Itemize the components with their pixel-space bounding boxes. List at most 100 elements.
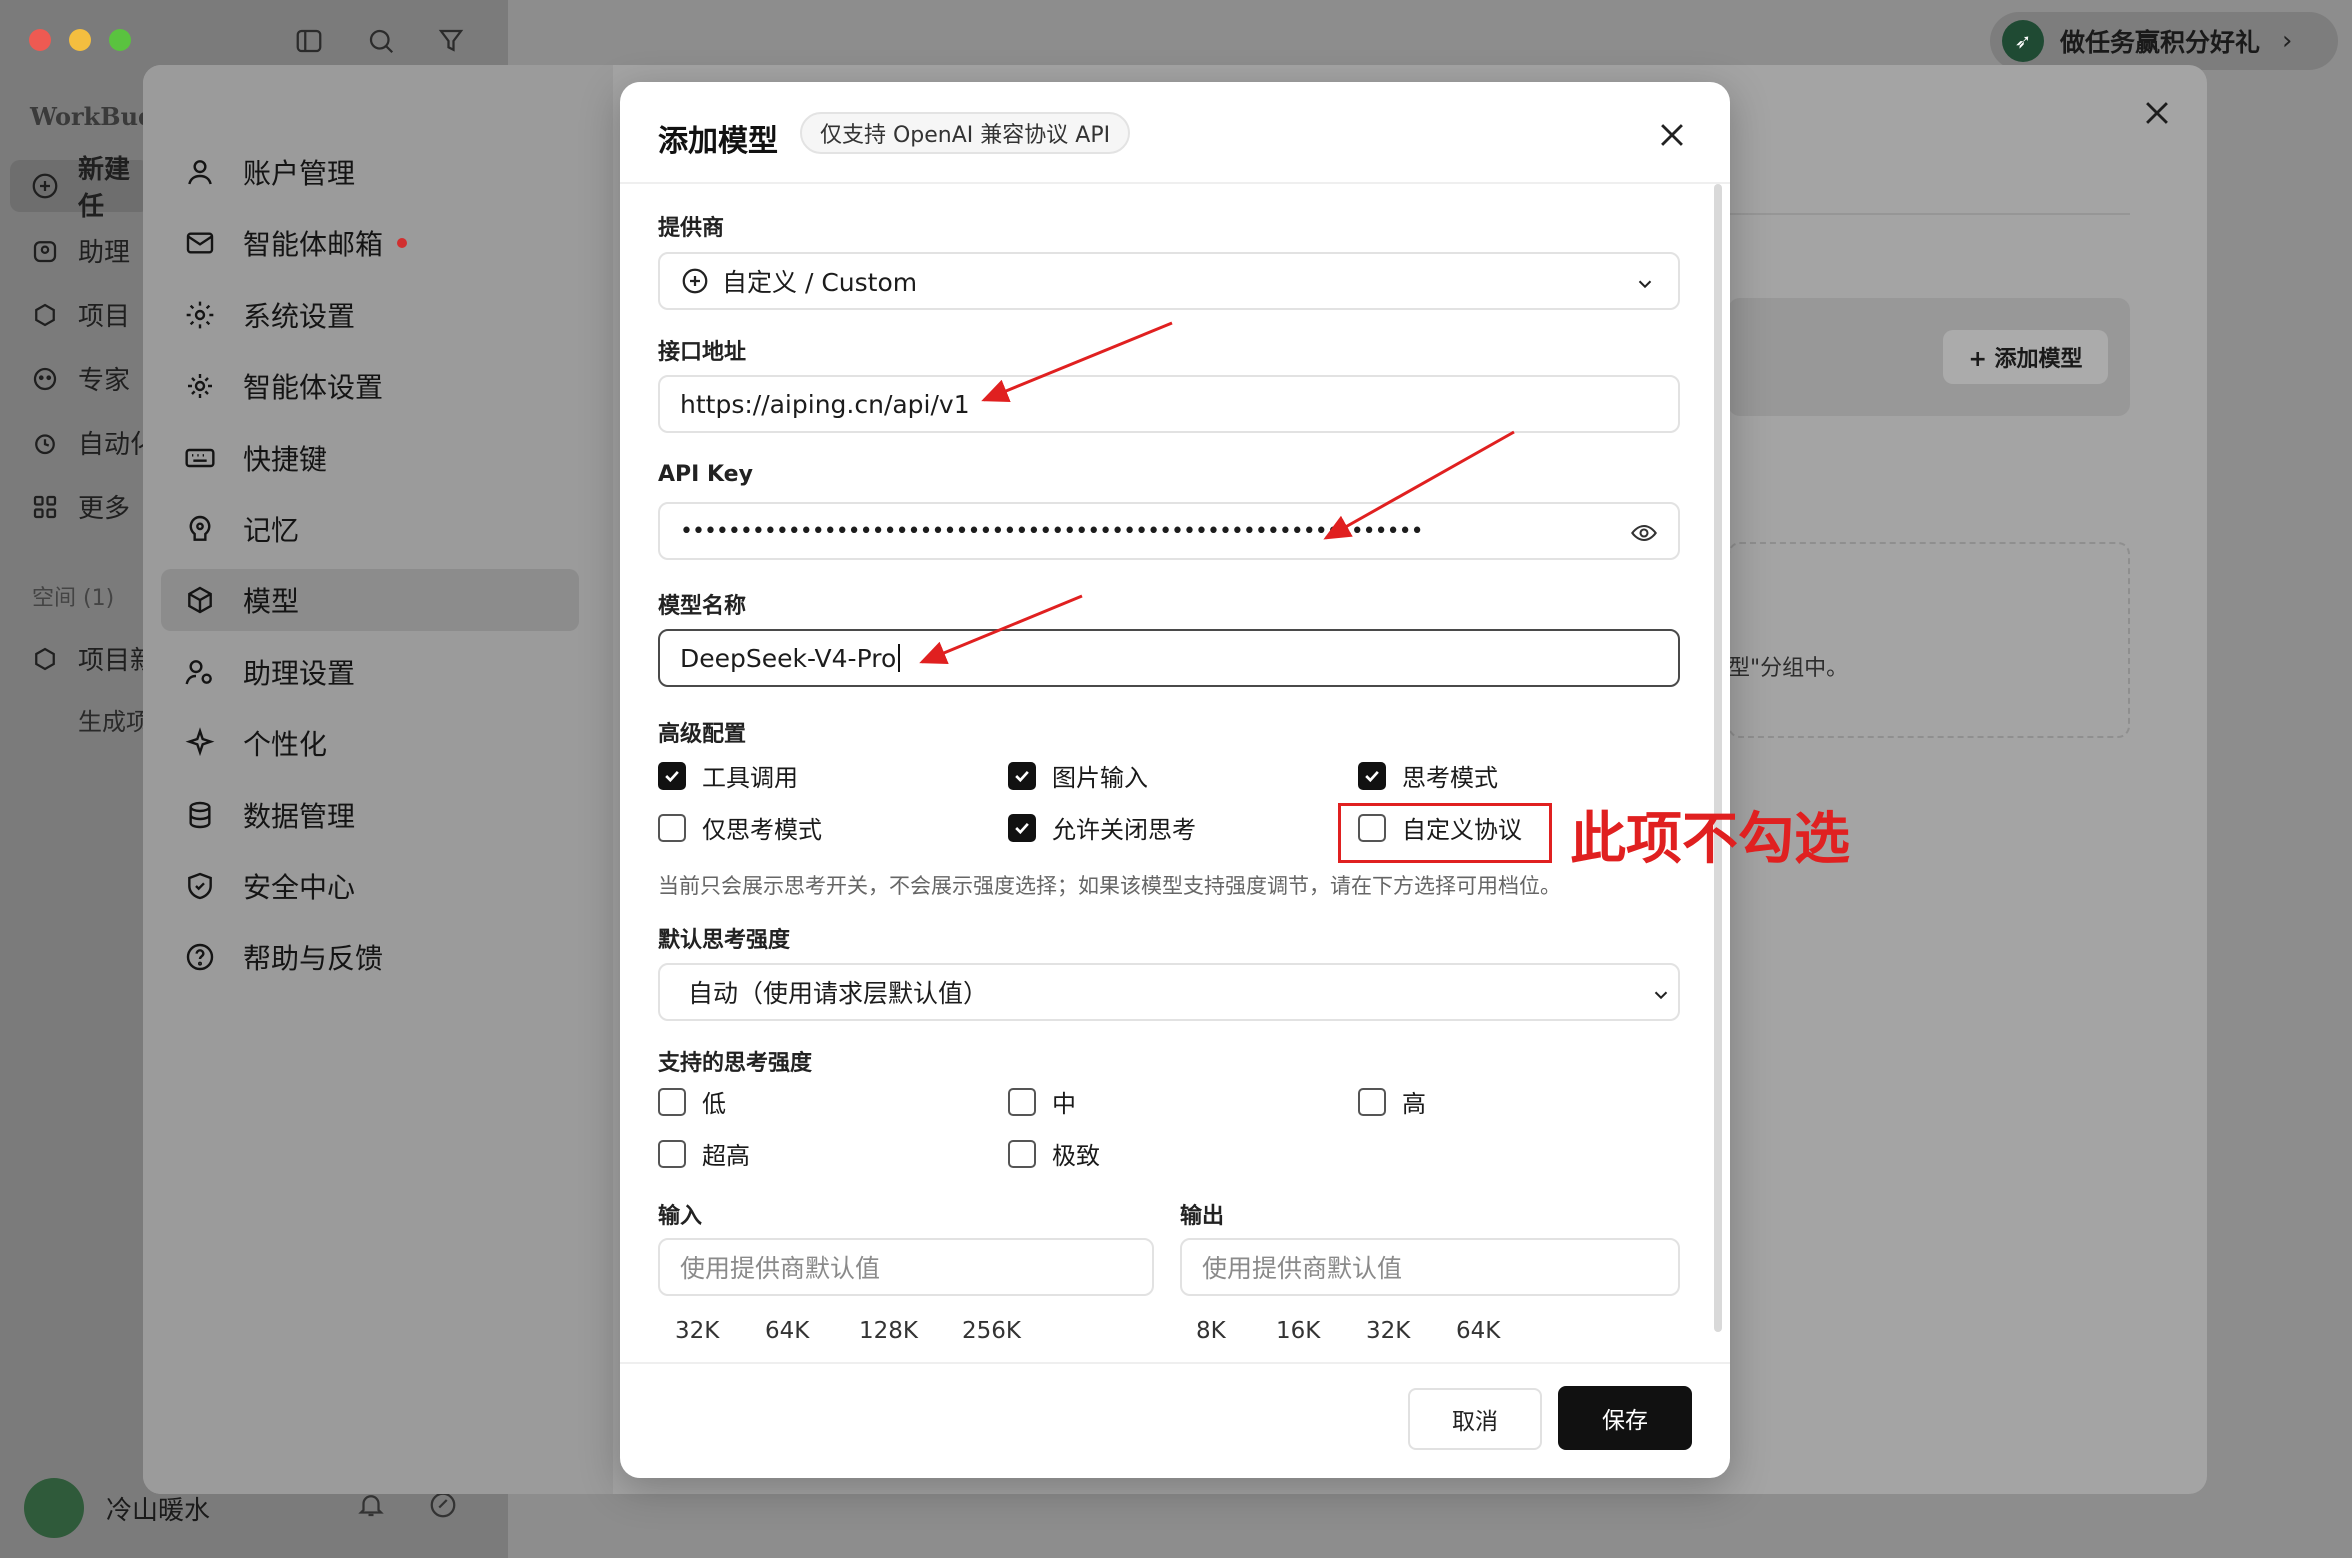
- nav-expert[interactable]: 专家: [30, 360, 130, 397]
- search-icon[interactable]: [366, 26, 396, 56]
- cancel-button[interactable]: 取消: [1408, 1388, 1542, 1450]
- checkbox-unchecked[interactable]: [1008, 1087, 1036, 1116]
- assistant-icon: [30, 236, 60, 266]
- settings-nav-item-3[interactable]: 智能体设置: [183, 355, 577, 417]
- checkbox-unchecked[interactable]: [658, 813, 686, 842]
- output-context-field[interactable]: 使用提供商默认值: [1180, 1238, 1680, 1296]
- effort-option-1[interactable]: 中: [1008, 1084, 1076, 1119]
- sidebar-toggle-icon[interactable]: [294, 26, 324, 56]
- checkbox-unchecked[interactable]: [1008, 1139, 1036, 1168]
- close-icon[interactable]: [1655, 118, 1689, 152]
- advanced-option-1[interactable]: 图片输入: [1008, 758, 1148, 793]
- gear-icon: [183, 298, 217, 332]
- checkbox-checked[interactable]: [1358, 761, 1386, 790]
- checkbox-unchecked[interactable]: [658, 1139, 686, 1168]
- space-project-item[interactable]: 项目新: [30, 640, 156, 677]
- checkbox-checked[interactable]: [658, 761, 686, 790]
- agent-gear-icon: [183, 369, 217, 403]
- supported-effort-label: 支持的思考强度: [658, 1051, 813, 1076]
- link-icon[interactable]: [428, 1490, 458, 1520]
- effort-option-3[interactable]: 超高: [658, 1136, 750, 1171]
- eye-icon[interactable]: [1630, 519, 1658, 547]
- settings-nav-label: 智能体设置: [243, 371, 384, 404]
- bell-icon[interactable]: [356, 1490, 386, 1520]
- scrollbar[interactable]: [1714, 184, 1722, 1332]
- context-preset[interactable]: 64K: [765, 1318, 809, 1344]
- settings-nav-item-1[interactable]: 智能体邮箱: [183, 212, 577, 274]
- nav-more-label: 更多: [78, 494, 131, 524]
- context-preset[interactable]: 128K: [859, 1318, 918, 1344]
- user-name: 冷山暖水: [106, 1495, 211, 1526]
- context-preset[interactable]: 256K: [962, 1318, 1021, 1344]
- cube-icon: [183, 583, 217, 617]
- advanced-option-0-label: 工具调用: [702, 764, 798, 792]
- endpoint-input[interactable]: https://aiping.cn/api/v1: [658, 375, 1680, 433]
- settings-nav-label: 安全中心: [243, 871, 356, 904]
- effort-option-2[interactable]: 高: [1358, 1084, 1426, 1119]
- nav-automation[interactable]: 自动化: [30, 424, 156, 461]
- checkbox-checked[interactable]: [1008, 813, 1036, 842]
- footer-divider: [620, 1362, 1730, 1364]
- new-task-button[interactable]: 新建任: [10, 155, 150, 222]
- checkbox-checked[interactable]: [1008, 761, 1036, 790]
- settings-nav-item-8[interactable]: 个性化: [183, 712, 577, 774]
- context-preset[interactable]: 64K: [1456, 1318, 1500, 1344]
- plus-circle-icon: [680, 266, 710, 296]
- advanced-option-2-label: 思考模式: [1402, 764, 1498, 792]
- chevron-down-icon: [1634, 272, 1656, 294]
- settings-nav-item-5[interactable]: 记忆: [183, 498, 577, 560]
- nav-project[interactable]: 项目: [30, 296, 130, 333]
- advanced-option-4[interactable]: 允许关闭思考: [1008, 810, 1196, 845]
- nav-more[interactable]: 更多: [30, 488, 130, 525]
- settings-nav-label: 模型: [243, 585, 300, 618]
- input-label: 输入: [658, 1204, 703, 1229]
- nav-assistant[interactable]: 助理: [30, 232, 130, 269]
- default-effort-select[interactable]: 自动（使用请求层默认值）: [658, 963, 1680, 1021]
- keyboard-icon: [183, 441, 217, 475]
- space-sub-item[interactable]: 生成项: [78, 702, 150, 737]
- filter-icon[interactable]: [436, 26, 466, 56]
- settings-close-icon[interactable]: [2140, 96, 2174, 130]
- settings-nav-item-4[interactable]: 快捷键: [183, 427, 577, 489]
- settings-nav-item-7[interactable]: 助理设置: [183, 641, 577, 703]
- promo-banner[interactable]: ➶ 做任务赢积分好礼 ›: [1990, 12, 2338, 70]
- api-key-input[interactable]: ••••••••••••••••••••••••••••••••••••••••…: [658, 502, 1680, 560]
- advanced-option-0[interactable]: 工具调用: [658, 758, 798, 793]
- checkbox-unchecked[interactable]: [658, 1087, 686, 1116]
- input-context-field[interactable]: 使用提供商默认值: [658, 1238, 1154, 1296]
- add-model-button[interactable]: + 添加模型: [1943, 330, 2108, 384]
- settings-nav-item-10[interactable]: 安全中心: [183, 855, 577, 917]
- provider-select[interactable]: 自定义 / Custom: [658, 252, 1680, 310]
- shield-icon: [183, 869, 217, 903]
- mail-icon: [183, 226, 217, 260]
- grid-icon: [30, 492, 60, 522]
- window-zoom-button[interactable]: [109, 29, 131, 51]
- header-divider: [620, 182, 1730, 184]
- window-minimize-button[interactable]: [69, 29, 91, 51]
- save-button[interactable]: 保存: [1558, 1386, 1692, 1450]
- settings-nav-item-11[interactable]: 帮助与反馈: [183, 926, 577, 988]
- effort-option-3-label: 超高: [702, 1142, 750, 1170]
- context-preset[interactable]: 32K: [675, 1318, 719, 1344]
- settings-nav-item-2[interactable]: 系统设置: [183, 284, 577, 346]
- checkbox-unchecked[interactable]: [1358, 1087, 1386, 1116]
- window-close-button[interactable]: [29, 29, 51, 51]
- nav-assistant-label: 助理: [78, 238, 131, 268]
- memory-icon: [183, 512, 217, 546]
- settings-nav-label: 系统设置: [243, 300, 356, 333]
- context-preset[interactable]: 32K: [1366, 1318, 1410, 1344]
- settings-nav-item-6[interactable]: 模型: [161, 569, 579, 631]
- model-name-input[interactable]: DeepSeek-V4-Pro: [658, 629, 1680, 687]
- effort-option-4[interactable]: 极致: [1008, 1136, 1100, 1171]
- promo-text: 做任务赢积分好礼: [2060, 28, 2261, 57]
- settings-nav-item-0[interactable]: 账户管理: [183, 141, 577, 203]
- unread-dot: [397, 238, 408, 248]
- context-preset[interactable]: 16K: [1276, 1318, 1320, 1344]
- advanced-option-2[interactable]: 思考模式: [1358, 758, 1498, 793]
- context-preset[interactable]: 8K: [1196, 1318, 1226, 1344]
- empty-model-dropzone: [1728, 542, 2130, 738]
- effort-option-0[interactable]: 低: [658, 1084, 726, 1119]
- settings-nav-item-9[interactable]: 数据管理: [183, 784, 577, 846]
- advanced-option-3[interactable]: 仅思考模式: [658, 810, 822, 845]
- space-header[interactable]: 空间 (1): [32, 580, 114, 612]
